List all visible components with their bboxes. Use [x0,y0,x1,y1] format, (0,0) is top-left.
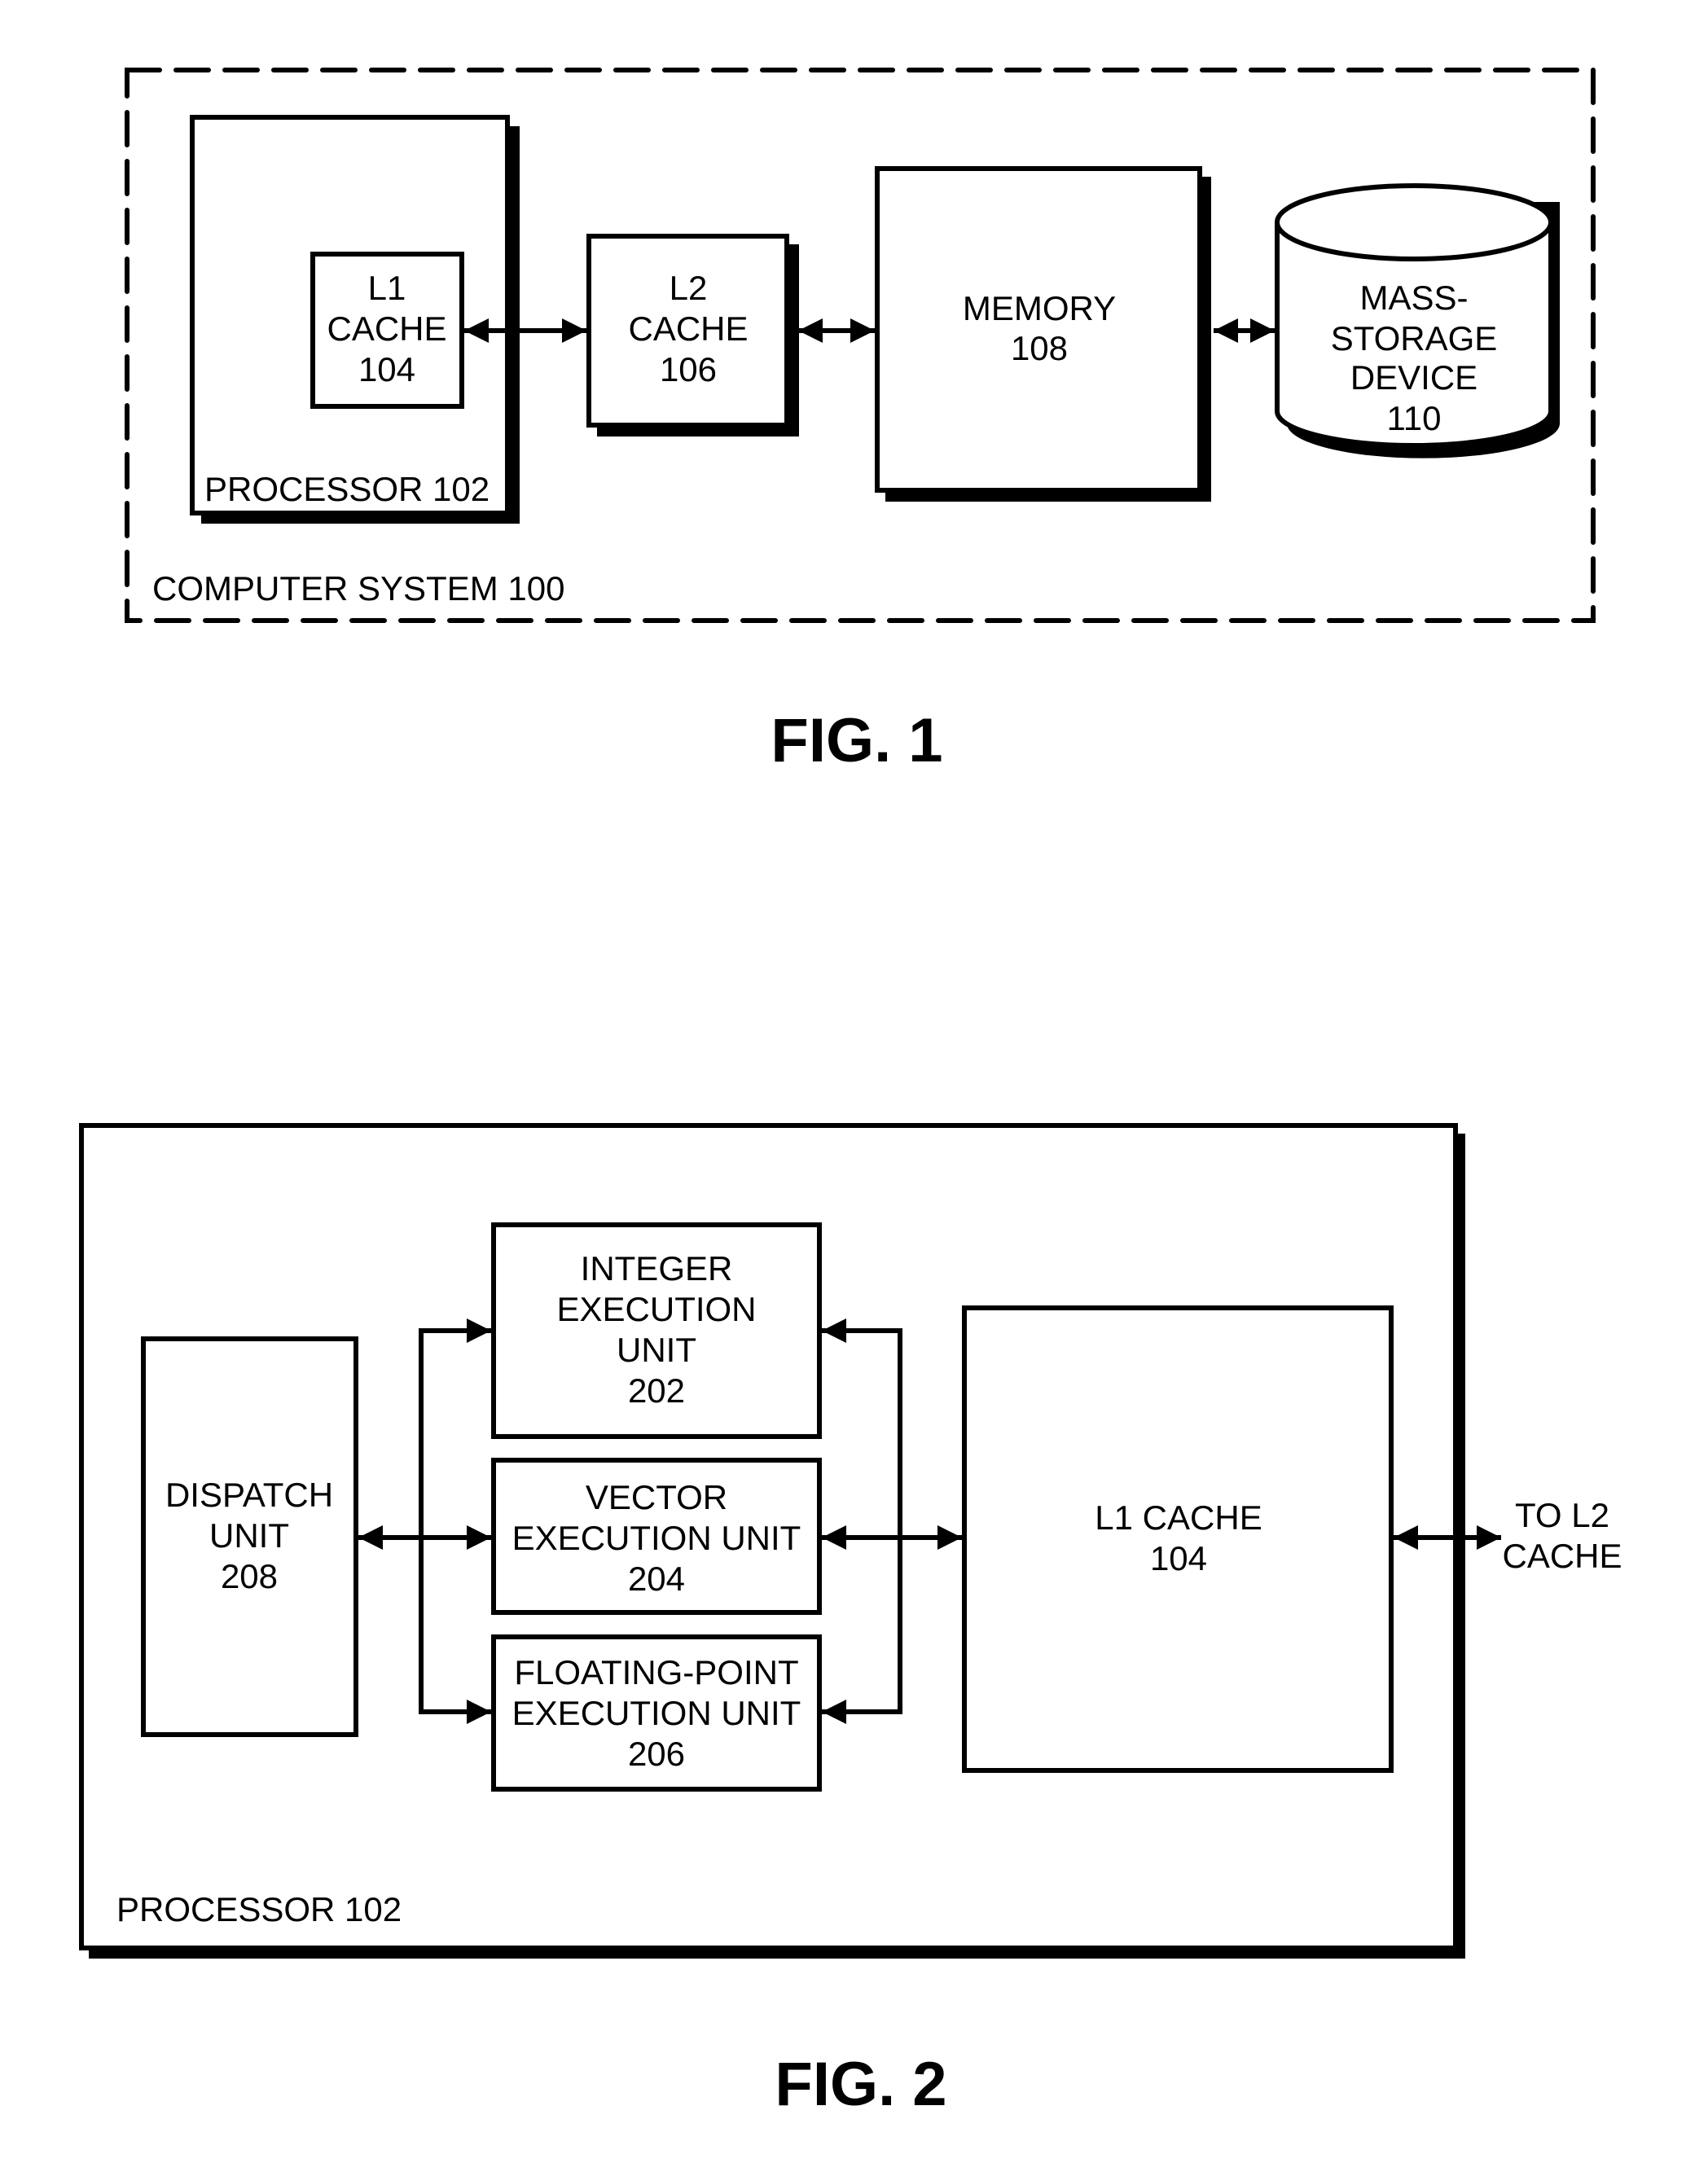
processor-label: PROCESSOR 102 [204,470,490,508]
l2-cache-line-1: L2 [670,269,708,307]
dispatch-unit-block: DISPATCH UNIT 208 [141,1336,358,1737]
to-l2-line-2: CACHE [1502,1537,1622,1575]
integer-unit-line-1: INTEGER [581,1249,733,1288]
integer-unit-block: INTEGER EXECUTION UNIT 202 [491,1222,822,1439]
patent-drawing-sheet: COMPUTER SYSTEM 100 PROCESSOR 102 L1 CAC… [79,68,1622,2119]
l1-cache-2-line-1: L1 CACHE [1095,1498,1262,1537]
figure-2: PROCESSOR 102 DISPATCH UNIT 208 INTEGER … [79,1123,1622,2119]
mass-storage-top [1275,183,1553,261]
mass-storage-line-1: MASS- [1359,279,1468,317]
figure-1: COMPUTER SYSTEM 100 PROCESSOR 102 L1 CAC… [125,68,1596,775]
dispatch-unit-line-1: DISPATCH [165,1476,333,1514]
l2-cache-line-3: 106 [660,350,717,388]
mass-storage-line-2: STORAGE [1331,319,1498,358]
l2-cache-line-2: CACHE [628,309,748,348]
fp-unit-block: FLOATING-POINT EXECUTION UNIT 206 [491,1634,822,1792]
processor-2-label: PROCESSOR 102 [116,1890,402,1928]
integer-unit-line-2: EXECUTION [556,1290,756,1328]
vector-unit-line-3: 204 [628,1560,685,1598]
fp-unit-line-1: FLOATING-POINT [514,1653,798,1691]
figure-1-caption: FIG. 1 [771,706,942,775]
to-l2-line-1: TO L2 [1515,1496,1609,1534]
integer-unit-line-4: 202 [628,1371,685,1410]
mass-storage-block: MASS- STORAGE DEVICE 110 [1275,183,1560,458]
memory-block: MEMORY 108 [875,166,1211,502]
vector-unit-block: VECTOR EXECUTION UNIT 204 [491,1458,822,1615]
l2-cache-block: L2 CACHE 106 [586,234,799,437]
l1-cache-2-block: L1 CACHE 104 [962,1305,1394,1773]
l1-cache-line-2: CACHE [327,309,446,348]
memory-line-1: MEMORY [963,289,1116,327]
computer-system-label: COMPUTER SYSTEM 100 [152,569,564,608]
mass-storage-line-4: 110 [1387,399,1442,437]
memory-line-2: 108 [1011,329,1068,367]
dispatch-unit-line-2: UNIT [209,1516,289,1555]
fp-unit-line-3: 206 [628,1735,685,1773]
vector-unit-line-1: VECTOR [586,1478,727,1516]
figure-2-caption: FIG. 2 [775,2050,946,2119]
vector-unit-line-2: EXECUTION UNIT [512,1519,801,1557]
fp-unit-line-2: EXECUTION UNIT [512,1694,801,1732]
l1-cache-line-3: 104 [358,350,415,388]
integer-unit-line-3: UNIT [617,1331,696,1369]
l1-cache-2-line-2: 104 [1150,1539,1207,1577]
mass-storage-line-3: DEVICE [1350,358,1477,397]
dispatch-unit-line-3: 208 [221,1557,278,1595]
l1-cache-block: L1 CACHE 104 [310,252,464,409]
l1-cache-line-1: L1 [368,269,406,307]
